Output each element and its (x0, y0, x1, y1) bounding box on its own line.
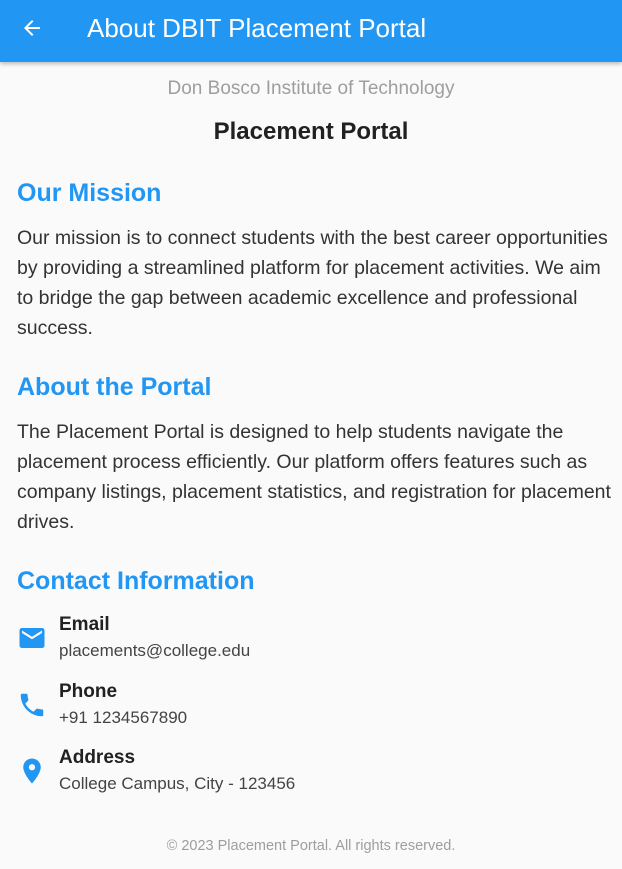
address-label: Address (59, 747, 136, 768)
footer-copyright: © 2023 Placement Portal. All rights rese… (166, 838, 456, 854)
app-bar-title: About DBIT Placement Portal (87, 13, 427, 43)
contact-email-row[interactable]: Email placements@college.edu (17, 612, 611, 668)
address-value: College Campus, City - 123456 (59, 774, 296, 793)
email-value: placements@college.edu (59, 641, 251, 660)
back-button[interactable] (14, 10, 50, 46)
phone-icon (20, 693, 44, 717)
institute-name: Don Bosco Institute of Technology (167, 78, 455, 99)
contact-heading: Contact Information (17, 567, 255, 595)
about-text: The Placement Portal is designed to help… (17, 421, 611, 533)
contact-phone-row[interactable]: Phone +91 1234567890 (17, 679, 611, 735)
app-bar: About DBIT Placement Portal (0, 0, 622, 62)
email-label: Email (59, 614, 110, 635)
contact-address-row[interactable]: Address College Campus, City - 123456 (17, 745, 611, 801)
mission-heading: Our Mission (17, 179, 162, 207)
phone-label: Phone (59, 681, 118, 702)
mission-text: Our mission is to connect students with … (17, 227, 608, 339)
phone-value: +91 1234567890 (59, 708, 188, 727)
email-icon (19, 628, 45, 648)
about-heading: About the Portal (17, 373, 212, 401)
arrow-back-icon (24, 20, 40, 36)
page-title: Placement Portal (213, 118, 409, 145)
location-pin-icon (23, 758, 41, 784)
